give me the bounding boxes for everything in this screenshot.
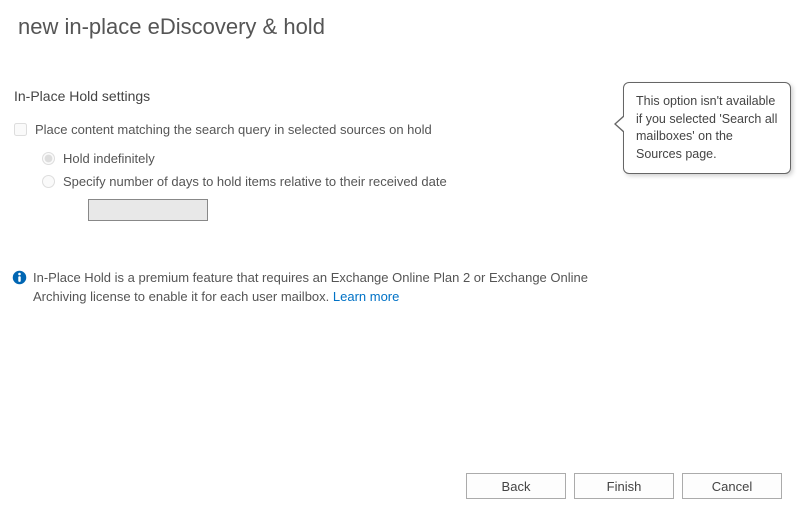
place-on-hold-label: Place content matching the search query … xyxy=(35,122,432,137)
info-block: In-Place Hold is a premium feature that … xyxy=(0,221,800,307)
hold-indefinitely-radio[interactable] xyxy=(42,152,55,165)
tooltip-text: This option isn't available if you selec… xyxy=(636,94,777,161)
tooltip: This option isn't available if you selec… xyxy=(623,82,791,174)
hold-days-label: Specify number of days to hold items rel… xyxy=(63,174,447,189)
back-button[interactable]: Back xyxy=(466,473,566,499)
info-icon xyxy=(12,270,27,288)
info-message: In-Place Hold is a premium feature that … xyxy=(33,270,588,304)
hold-days-input[interactable] xyxy=(88,199,208,221)
tooltip-arrow-inner xyxy=(616,116,625,132)
button-bar: Back Finish Cancel xyxy=(466,473,782,499)
cancel-button[interactable]: Cancel xyxy=(682,473,782,499)
hold-days-radio[interactable] xyxy=(42,175,55,188)
place-on-hold-checkbox[interactable] xyxy=(14,123,27,136)
page-title: new in-place eDiscovery & hold xyxy=(0,0,800,40)
hold-indefinitely-label: Hold indefinitely xyxy=(63,151,155,166)
info-text: In-Place Hold is a premium feature that … xyxy=(33,269,600,307)
learn-more-link[interactable]: Learn more xyxy=(333,289,399,304)
finish-button[interactable]: Finish xyxy=(574,473,674,499)
